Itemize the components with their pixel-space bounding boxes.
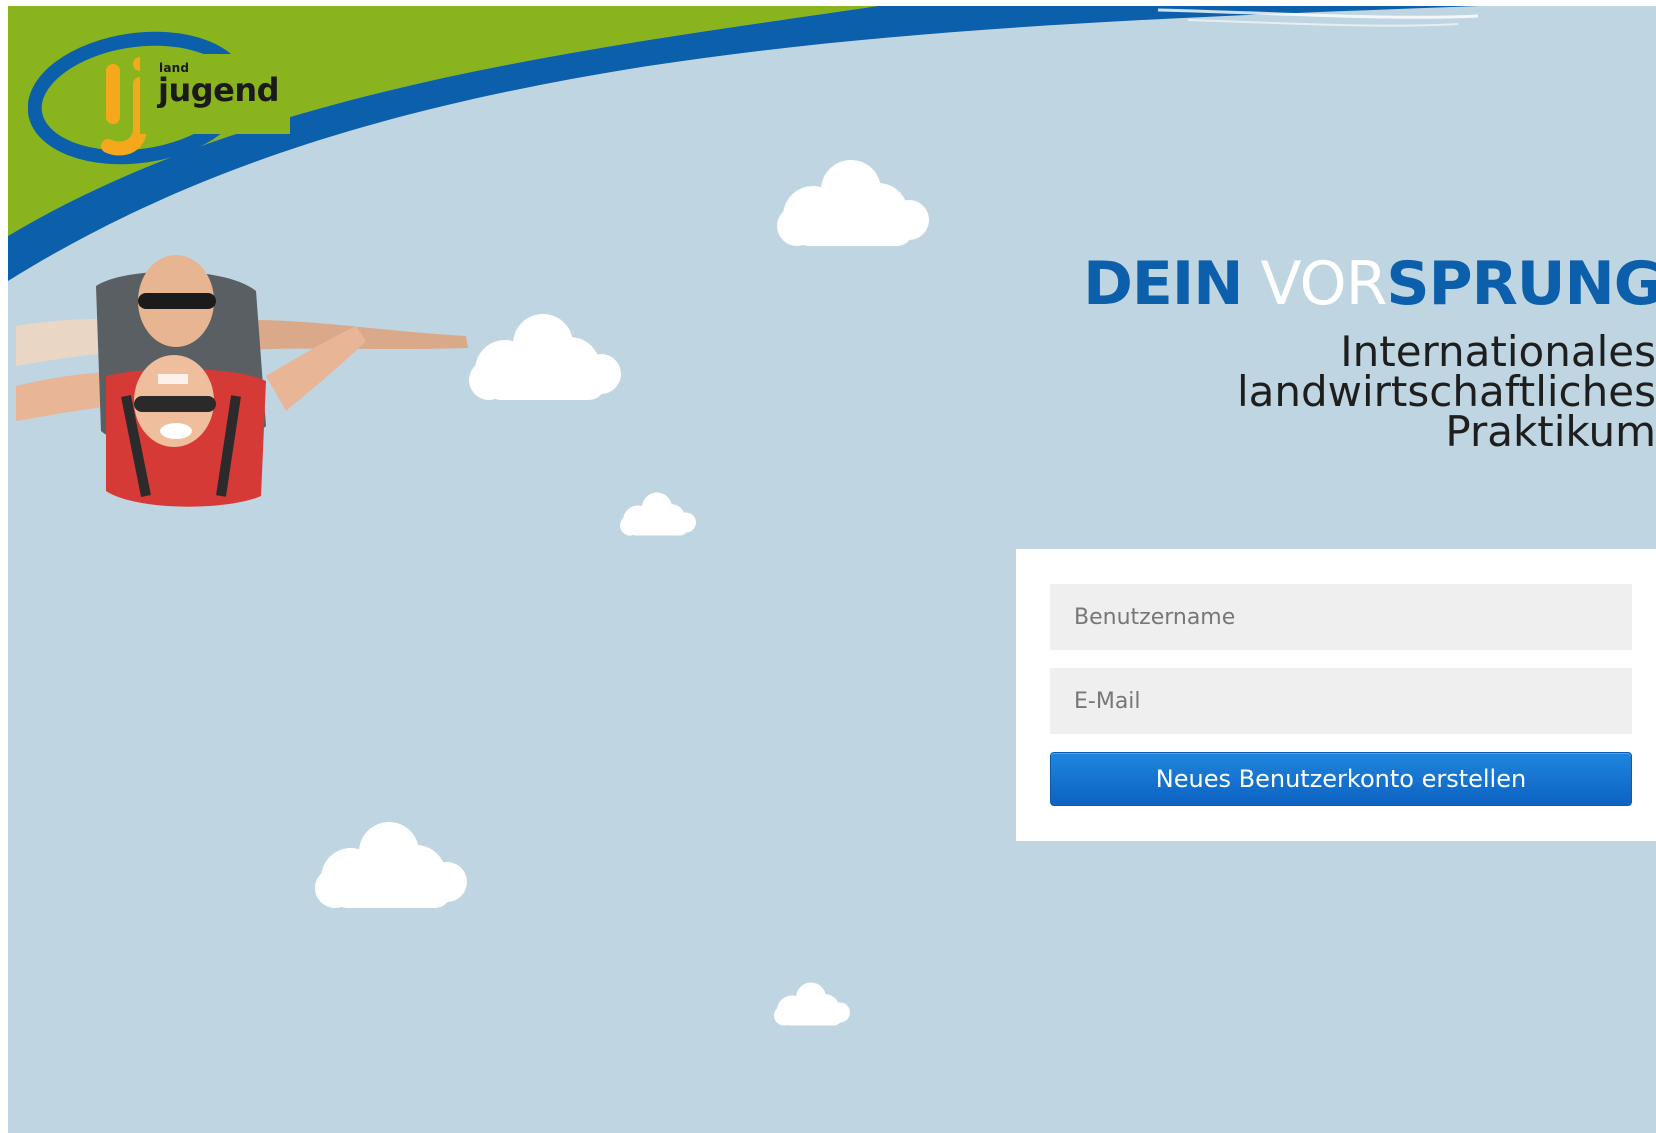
headline-word-dein: DEIN: [1083, 249, 1243, 319]
skydivers-photo: [16, 255, 468, 507]
subline-line-3: Praktikum: [1445, 407, 1656, 456]
hero-headline: DEIN VORSPRUNG: [962, 254, 1656, 314]
cloud-icon: [469, 314, 621, 400]
hero-subline: Internationales landwirtschaftliches Pra…: [956, 327, 1656, 456]
registration-form: Neues Benutzerkonto erstellen: [1016, 549, 1656, 841]
cloud-icon: [774, 982, 850, 1026]
subline-line-1: Internationales: [1340, 327, 1656, 376]
cloud-icon: [315, 822, 467, 908]
cloud-icon: [777, 160, 929, 246]
headline-word-vor: VOR: [1242, 249, 1388, 319]
logo-text-big: jugend: [158, 71, 280, 109]
create-account-button[interactable]: Neues Benutzerkonto erstellen: [1050, 752, 1632, 806]
cloud-icon: [620, 492, 696, 536]
subline-line-2: landwirtschaftliches: [1236, 367, 1656, 416]
page: land jugend DEIN VORSPRUNG International…: [0, 0, 1656, 1133]
headline-word-sprung: SPRUNG: [1386, 249, 1656, 319]
email-input[interactable]: [1050, 668, 1632, 734]
username-input[interactable]: [1050, 584, 1632, 650]
